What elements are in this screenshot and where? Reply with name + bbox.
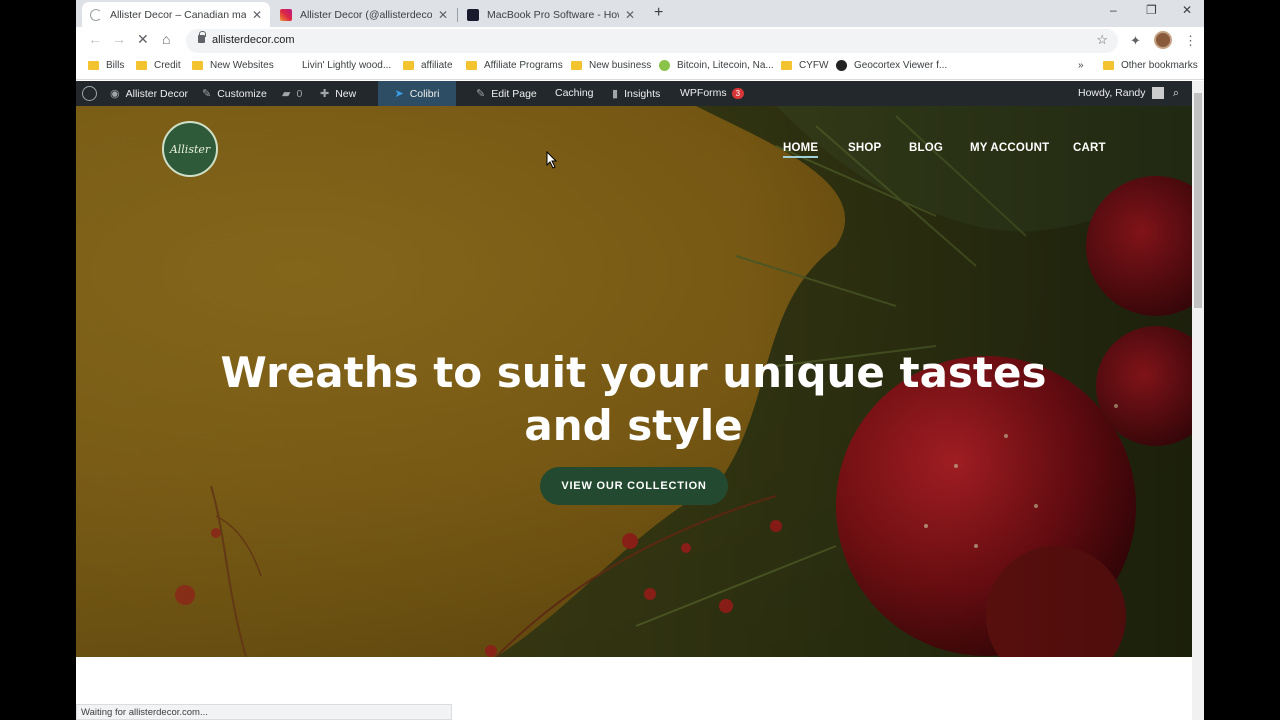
bookmark-bitcoin[interactable]: Bitcoin, Litecoin, Na...: [659, 60, 774, 71]
folder-icon: [571, 61, 582, 70]
plus-icon: ✚: [320, 88, 330, 100]
new-tab-icon[interactable]: +: [654, 4, 663, 22]
admin-wpforms-link[interactable]: WPForms 3: [680, 87, 745, 99]
page-scrollbar[interactable]: [1192, 81, 1204, 720]
scrollbar-thumb[interactable]: [1194, 93, 1202, 308]
profile-avatar[interactable]: [1154, 31, 1172, 49]
admin-new-link[interactable]: ✚ New: [320, 87, 356, 101]
bookmark-other[interactable]: Other bookmarks: [1103, 60, 1198, 71]
folder-icon: [1103, 61, 1114, 70]
address-bar[interactable]: allisterdecor.com ☆: [186, 29, 1118, 53]
more-bookmarks-icon[interactable]: »: [1078, 60, 1084, 71]
tab-instagram[interactable]: Allister Decor (@allisterdecor) • I... ✕: [272, 2, 456, 27]
tab-divider: [457, 8, 458, 22]
admin-insights-link[interactable]: ▮ Insights: [612, 87, 660, 101]
minimize-icon[interactable]: –: [1110, 3, 1117, 17]
admin-customize-link[interactable]: ✎ Customize: [202, 87, 267, 101]
nav-home[interactable]: HOME: [783, 142, 819, 158]
bookmark-star-icon[interactable]: ☆: [1096, 32, 1108, 48]
close-tab-icon[interactable]: ✕: [438, 8, 448, 22]
nav-my-account[interactable]: MY ACCOUNT: [970, 142, 1049, 154]
browser-toolbar: ← → ✕ ⌂ allisterdecor.com ☆ ✦ ⋮: [76, 27, 1204, 55]
folder-icon: [192, 61, 203, 70]
stop-loading-icon[interactable]: ✕: [137, 31, 149, 48]
folder-icon: [136, 61, 147, 70]
bookmark-affiliate-programs[interactable]: Affiliate Programs: [466, 60, 563, 71]
wordpress-logo-icon[interactable]: [82, 86, 97, 101]
geocortex-icon: [836, 60, 847, 71]
brush-icon: ✎: [202, 88, 212, 100]
comment-icon: ▰: [282, 88, 291, 100]
tab-allister-decor[interactable]: Allister Decor – Canadian made, ... ✕: [82, 2, 270, 27]
pencil-icon: ✎: [476, 88, 486, 100]
close-tab-icon[interactable]: ✕: [625, 8, 635, 22]
tab-macbook[interactable]: MacBook Pro Software - How th... ✕: [459, 2, 643, 27]
folder-icon: [403, 61, 414, 70]
litecoin-icon: [659, 60, 670, 71]
restore-icon[interactable]: ❐: [1146, 3, 1157, 17]
site-favicon-icon: [467, 8, 479, 21]
instagram-icon: [280, 8, 292, 21]
user-avatar: [1151, 87, 1164, 99]
extensions-icon[interactable]: ✦: [1130, 33, 1141, 49]
admin-edit-page-link[interactable]: ✎ Edit Page: [476, 87, 537, 101]
home-icon[interactable]: ⌂: [162, 31, 170, 47]
admin-comments-link[interactable]: ▰ 0: [282, 87, 302, 101]
colibri-bird-icon: ➤: [394, 88, 404, 100]
tab-title: Allister Decor (@allisterdecor) • I...: [300, 8, 432, 21]
dashboard-icon: ◉: [110, 88, 120, 100]
nav-blog[interactable]: BLOG: [909, 142, 943, 154]
nav-cart[interactable]: CART: [1073, 142, 1106, 154]
folder-icon: [781, 61, 792, 70]
bookmark-livin-lightly[interactable]: Livin' Lightly wood...: [302, 60, 391, 71]
notification-badge: 3: [731, 87, 745, 99]
admin-account-link[interactable]: Howdy, Randy: [1078, 87, 1164, 99]
tab-strip: Allister Decor – Canadian made, ... ✕ Al…: [76, 0, 1204, 27]
status-bar: Waiting for allisterdecor.com...: [76, 704, 452, 720]
close-tab-icon[interactable]: ✕: [252, 8, 262, 22]
bookmark-credit[interactable]: Credit: [136, 60, 181, 71]
url-text[interactable]: allisterdecor.com: [212, 34, 295, 46]
bookmark-affiliate[interactable]: affiliate: [403, 60, 453, 71]
hero-section: Allister HOME SHOP BLOG MY ACCOUNT CART …: [76, 106, 1192, 657]
bookmark-new-business[interactable]: New business: [571, 60, 651, 71]
hero-headline: Wreaths to suit your unique tastes and s…: [220, 348, 1047, 450]
tab-title: MacBook Pro Software - How th...: [487, 8, 619, 21]
forward-arrow-icon[interactable]: →: [112, 31, 126, 47]
lock-icon: [198, 31, 206, 43]
nav-shop[interactable]: SHOP: [848, 142, 881, 154]
menu-kebab-icon[interactable]: ⋮: [1184, 33, 1197, 49]
admin-caching-link[interactable]: Caching: [555, 87, 594, 99]
close-window-icon[interactable]: ✕: [1182, 3, 1192, 17]
admin-colibri-link[interactable]: ➤ Colibri: [378, 81, 456, 106]
wp-admin-bar: ◉ Allister Decor ✎ Customize ▰ 0 ✚ New ➤ Coli…: [76, 81, 1204, 106]
bookmarks-bar: Bills Credit New Websites Livin' Lightly…: [76, 55, 1204, 80]
admin-site-link[interactable]: ◉ Allister Decor: [110, 87, 188, 101]
back-arrow-icon[interactable]: ←: [88, 31, 102, 47]
bookmark-geocortex[interactable]: Geocortex Viewer f...: [836, 60, 947, 71]
folder-icon: [466, 61, 477, 70]
bookmark-bills[interactable]: Bills: [88, 60, 124, 71]
loading-spinner-icon: [90, 8, 102, 21]
bookmark-cyfw[interactable]: CYFW: [781, 60, 828, 71]
admin-search-icon[interactable]: ⌕: [1173, 87, 1179, 100]
browser-window: Allister Decor – Canadian made, ... ✕ Al…: [76, 0, 1204, 720]
mouse-cursor-icon: [546, 151, 558, 169]
site-logo[interactable]: Allister: [162, 121, 218, 177]
bookmark-new-websites[interactable]: New Websites: [192, 60, 274, 71]
view-collection-button[interactable]: VIEW OUR COLLECTION: [540, 467, 728, 505]
tab-title: Allister Decor – Canadian made, ...: [110, 8, 246, 21]
folder-icon: [88, 61, 99, 70]
bar-chart-icon: ▮: [612, 88, 619, 100]
